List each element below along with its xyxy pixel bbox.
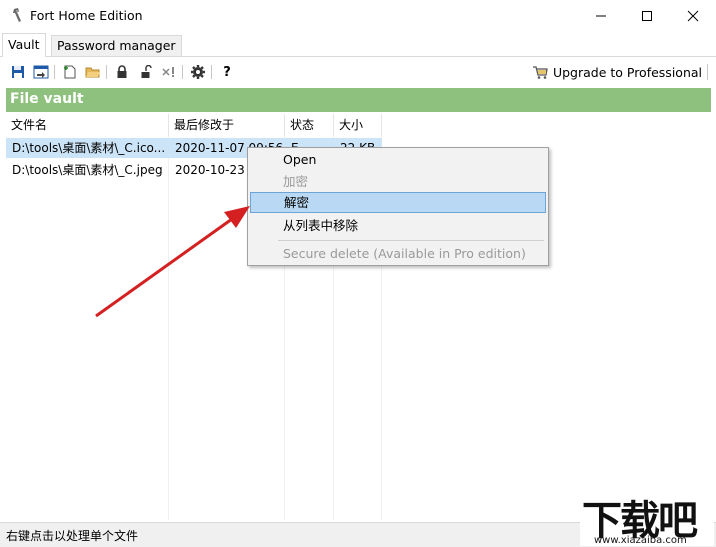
watermark-url: www.xiazaiba.com	[594, 535, 687, 546]
annotation-arrow	[95, 206, 250, 318]
status-text: 右键点击以处理单个文件	[6, 529, 139, 543]
tab-vault[interactable]: Vault	[2, 33, 46, 57]
watermark-logo: 下载吧 www.xiazaiba.com	[580, 490, 714, 546]
